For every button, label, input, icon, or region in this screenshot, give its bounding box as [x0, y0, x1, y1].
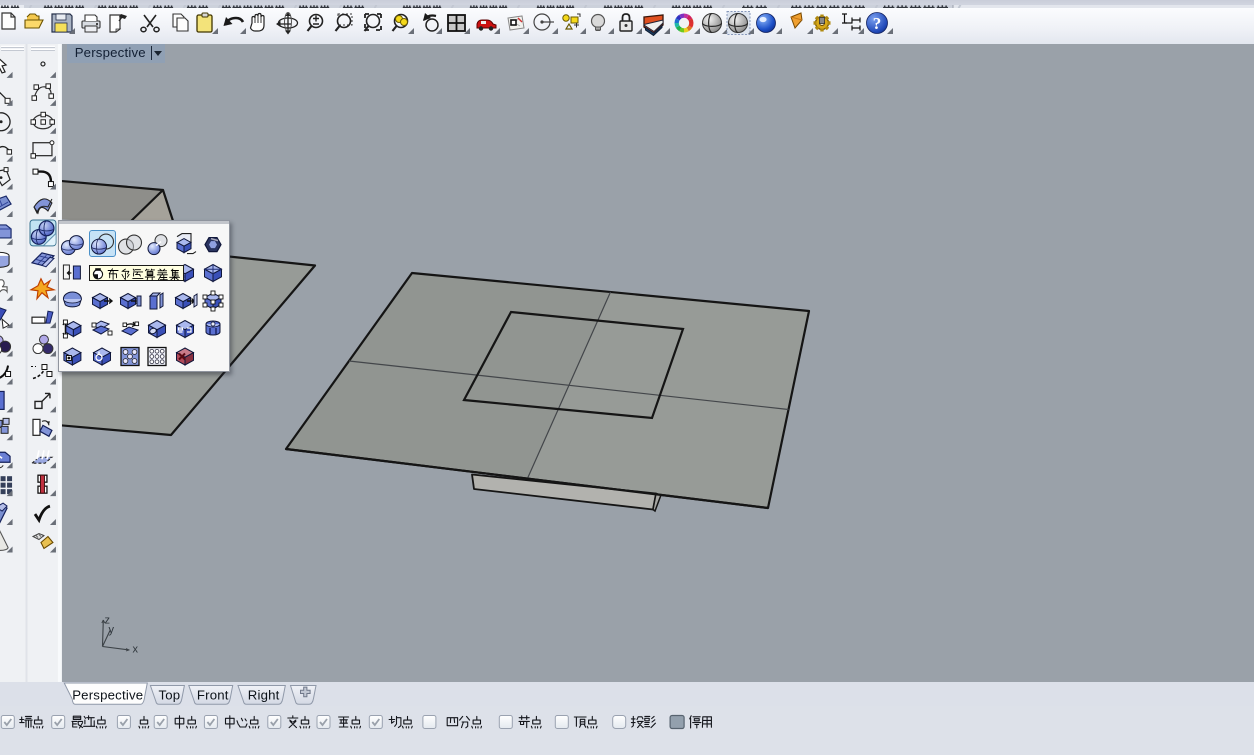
svg-text:x: x [133, 644, 139, 656]
svg-text:?: ? [873, 14, 882, 33]
svg-text:Front: Front [197, 688, 229, 703]
svg-text:Top: Top [158, 688, 180, 703]
svg-text:y: y [109, 624, 115, 636]
svg-text:Right: Right [248, 688, 280, 703]
svg-text:Perspective: Perspective [72, 688, 143, 703]
